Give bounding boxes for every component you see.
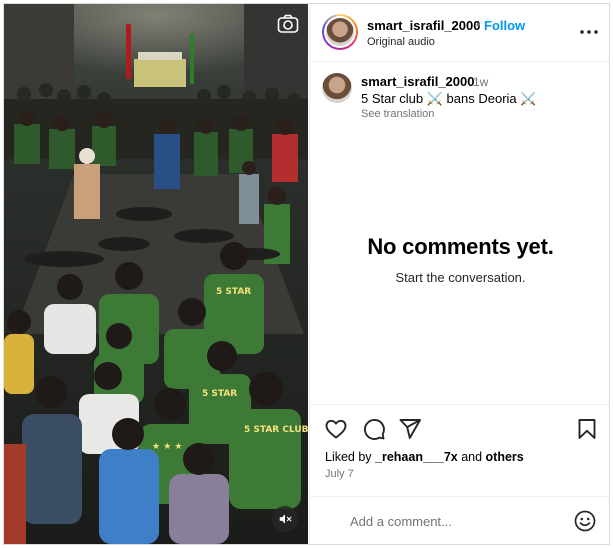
likes-middle: and — [457, 450, 486, 464]
video-player[interactable]: 5 STAR 5 STAR 5 STAR CLUB ★ ★ ★ — [4, 4, 308, 544]
caption-text: 5 Star club ⚔️ bans Deoria ⚔️ — [361, 91, 537, 106]
caption-username[interactable]: smart_israfil_2000 — [361, 74, 474, 89]
likes-summary: Liked by _rehaan___7x and others — [325, 450, 524, 464]
comment-bar — [310, 496, 609, 544]
post-panel: smart_israfil_2000 • Follow Original aud… — [309, 4, 609, 544]
video-frame: 5 STAR 5 STAR 5 STAR CLUB ★ ★ ★ — [4, 4, 308, 544]
heart-icon[interactable] — [324, 417, 348, 441]
empty-comments-subtitle: Start the conversation. — [395, 270, 526, 285]
avatar[interactable] — [326, 18, 354, 46]
post-date[interactable]: July 7 — [325, 468, 354, 480]
caption-avatar[interactable] — [322, 73, 352, 103]
camera-icon[interactable] — [276, 12, 300, 36]
story-ring[interactable] — [322, 14, 358, 50]
empty-comments: No comments yet. Start the conversation. — [310, 234, 609, 285]
see-translation-link[interactable]: See translation — [361, 108, 434, 120]
emoji-icon[interactable] — [573, 509, 597, 533]
audio-muted-icon — [279, 514, 292, 524]
separator-dot: • — [476, 17, 481, 32]
svg-text:5 STAR: 5 STAR — [216, 287, 251, 297]
post-dialog: 5 STAR 5 STAR 5 STAR CLUB ★ ★ ★ smart_is… — [3, 3, 610, 545]
comment-input[interactable] — [350, 509, 570, 533]
bookmark-icon[interactable] — [575, 417, 599, 441]
svg-text:5 STAR CLUB: 5 STAR CLUB — [244, 425, 308, 435]
comment-icon[interactable] — [362, 417, 386, 441]
likes-prefix: Liked by — [325, 450, 376, 464]
mute-button[interactable] — [272, 506, 298, 532]
liked-by-user[interactable]: _rehaan___7x — [375, 450, 458, 464]
audio-label[interactable]: Original audio — [367, 36, 435, 48]
svg-text:★ ★ ★: ★ ★ ★ — [152, 442, 182, 452]
send-icon[interactable] — [398, 417, 422, 441]
follow-button[interactable]: Follow — [484, 18, 525, 33]
likes-others-link[interactable]: others — [486, 450, 524, 464]
action-bar: Liked by _rehaan___7x and others July 7 — [310, 404, 609, 496]
caption-time[interactable]: 1w — [473, 75, 488, 89]
empty-comments-title: No comments yet. — [367, 234, 554, 259]
post-header: smart_israfil_2000 • Follow Original aud… — [310, 4, 609, 62]
more-options-icon[interactable] — [577, 24, 601, 40]
header-username[interactable]: smart_israfil_2000 — [367, 18, 480, 33]
svg-text:5 STAR: 5 STAR — [202, 389, 237, 399]
